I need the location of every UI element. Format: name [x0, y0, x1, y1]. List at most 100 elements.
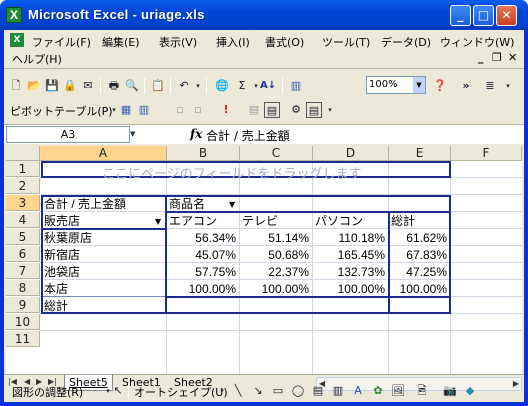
- wordart-icon[interactable]: A: [350, 383, 366, 399]
- cell-value[interactable]: 47.25%: [389, 264, 450, 280]
- align-icon[interactable]: ≣: [482, 78, 498, 94]
- picture-icon[interactable]: 🖻: [414, 383, 430, 399]
- menu-data[interactable]: データ(D): [381, 34, 431, 50]
- open-icon[interactable]: 📂: [26, 78, 42, 94]
- page-field-drop-zone[interactable]: ここにページのフィールドをドラッグします: [102, 163, 361, 182]
- doc-restore-icon[interactable]: ❐: [492, 51, 502, 64]
- cell-value[interactable]: 50.68%: [240, 247, 312, 263]
- help-icon[interactable]: ❓: [432, 78, 448, 94]
- autoshapes-dropdown-icon[interactable]: ▾: [214, 383, 230, 399]
- close-button[interactable]: ✕: [496, 5, 517, 26]
- chevron-down-icon[interactable]: ▼: [413, 77, 425, 93]
- email-icon[interactable]: ✉: [80, 78, 96, 94]
- cell-value[interactable]: 165.45%: [313, 247, 388, 263]
- menu-insert[interactable]: 挿入(I): [216, 34, 250, 50]
- excel-app-icon[interactable]: X: [6, 7, 22, 23]
- row-header-4[interactable]: 4: [6, 212, 40, 228]
- align-dropdown-icon[interactable]: ▾: [500, 78, 516, 94]
- diagram-icon[interactable]: ✿: [370, 383, 386, 399]
- row-header-10[interactable]: 10: [6, 314, 40, 330]
- select-all-corner[interactable]: [6, 146, 40, 161]
- cell-value[interactable]: 22.37%: [240, 264, 312, 280]
- menu-window[interactable]: ウィンドウ(W): [440, 34, 514, 50]
- 3d-style-icon[interactable]: ◆: [462, 383, 478, 399]
- menu-view[interactable]: 表示(V): [159, 34, 197, 50]
- grand-total-label[interactable]: 総計: [44, 298, 164, 314]
- zoom-select[interactable]: 100% ▼: [366, 76, 426, 94]
- row-header-1[interactable]: 1: [6, 161, 40, 177]
- oval-icon[interactable]: ◯: [290, 383, 306, 399]
- column-header-a[interactable]: A: [40, 146, 167, 161]
- shadow-style-icon[interactable]: 📷: [442, 383, 458, 399]
- cell-value[interactable]: 57.75%: [167, 264, 239, 280]
- text-box-icon[interactable]: ▤: [310, 383, 326, 399]
- arrow-icon[interactable]: ↘: [250, 383, 266, 399]
- menu-format[interactable]: 書式(O): [265, 34, 304, 50]
- print-preview-icon[interactable]: 🔍: [124, 78, 140, 94]
- row-header-8[interactable]: 8: [6, 280, 40, 296]
- cell-value[interactable]: 45.07%: [167, 247, 239, 263]
- maximize-button[interactable]: □: [473, 5, 494, 26]
- product-header-total[interactable]: 総計: [391, 213, 449, 229]
- format-report-icon[interactable]: ▦: [118, 102, 134, 118]
- permission-icon[interactable]: 🔒: [62, 78, 78, 94]
- row-header-6[interactable]: 6: [6, 246, 40, 262]
- sort-ascending-icon[interactable]: A↓: [260, 78, 276, 94]
- refresh-data-icon[interactable]: !: [218, 102, 234, 118]
- doc-close-icon[interactable]: ✕: [508, 51, 517, 64]
- cell-value[interactable]: 100.00%: [389, 281, 450, 297]
- minimize-button[interactable]: _: [450, 5, 471, 26]
- cell-value[interactable]: 67.83%: [389, 247, 450, 263]
- undo-dropdown-icon[interactable]: ▾: [190, 78, 206, 94]
- always-display-items-icon[interactable]: ▤: [264, 102, 280, 118]
- row-field-button[interactable]: 販売店: [44, 213, 164, 229]
- store-ikebukuro[interactable]: 池袋店: [44, 264, 164, 280]
- cell-value[interactable]: 100.00%: [240, 281, 312, 297]
- draw-menu[interactable]: 図形の調整(R): [12, 384, 83, 400]
- store-honten[interactable]: 本店: [44, 281, 164, 297]
- field-settings-icon[interactable]: ⚙: [288, 102, 304, 118]
- field-list-icon[interactable]: ▤: [306, 102, 322, 118]
- product-header-tv[interactable]: テレビ: [242, 213, 312, 229]
- row-header-7[interactable]: 7: [6, 263, 40, 279]
- save-icon[interactable]: 💾: [44, 78, 60, 94]
- paste-icon[interactable]: 📋: [150, 78, 166, 94]
- title-bar[interactable]: X Microsoft Excel - uriage.xls _ □ ✕: [0, 0, 528, 30]
- row-header-5[interactable]: 5: [6, 229, 40, 245]
- cell-value[interactable]: 56.34%: [167, 230, 239, 246]
- chevron-down-icon[interactable]: ▼: [130, 126, 140, 143]
- formula-input[interactable]: 合計 / 売上金額: [206, 127, 290, 144]
- row-header-11[interactable]: 11: [6, 331, 40, 347]
- vertical-text-box-icon[interactable]: ▥: [330, 383, 346, 399]
- name-box[interactable]: A3: [6, 126, 130, 143]
- row-header-9[interactable]: 9: [6, 297, 40, 313]
- menu-edit[interactable]: 編集(E): [102, 34, 140, 50]
- cell-value[interactable]: 100.00%: [313, 281, 388, 297]
- select-objects-icon[interactable]: ↖: [110, 383, 126, 399]
- print-icon[interactable]: 🖶: [106, 78, 122, 94]
- new-icon[interactable]: 🗋: [8, 78, 24, 94]
- doc-minimize-icon[interactable]: _: [478, 51, 484, 64]
- cell-value[interactable]: 51.14%: [240, 230, 312, 246]
- cell-a3-data-field[interactable]: 合計 / 売上金額: [44, 196, 164, 212]
- pivot-toolbar-dropdown-icon[interactable]: ▾: [322, 102, 338, 118]
- workbook-icon[interactable]: X: [10, 33, 24, 47]
- cell-value[interactable]: 132.73%: [313, 264, 388, 280]
- column-header-d[interactable]: D: [313, 146, 389, 161]
- cell-value[interactable]: 110.18%: [313, 230, 388, 246]
- rectangle-icon[interactable]: ▭: [270, 383, 286, 399]
- column-header-b[interactable]: B: [167, 146, 240, 161]
- row-field-dropdown-icon[interactable]: ▼: [155, 217, 161, 226]
- product-header-aircon[interactable]: エアコン: [169, 213, 239, 229]
- worksheet-grid[interactable]: A B C D E F 1 2 3 4 5 6 7 8 9 10 11 ここにペ…: [6, 146, 522, 374]
- line-icon[interactable]: ╲: [230, 383, 246, 399]
- toolbar-options-icon[interactable]: »: [458, 78, 474, 94]
- column-field-dropdown-icon[interactable]: ▼: [229, 200, 235, 209]
- row-header-2[interactable]: 2: [6, 178, 40, 194]
- chart-wizard-icon[interactable]: ▥: [288, 78, 304, 94]
- row-header-3[interactable]: 3: [6, 195, 40, 211]
- store-akihabara[interactable]: 秋葉原店: [44, 230, 164, 246]
- column-header-e[interactable]: E: [389, 146, 451, 161]
- menu-file[interactable]: ファイル(F): [32, 34, 91, 50]
- menu-tools[interactable]: ツール(T): [322, 34, 370, 50]
